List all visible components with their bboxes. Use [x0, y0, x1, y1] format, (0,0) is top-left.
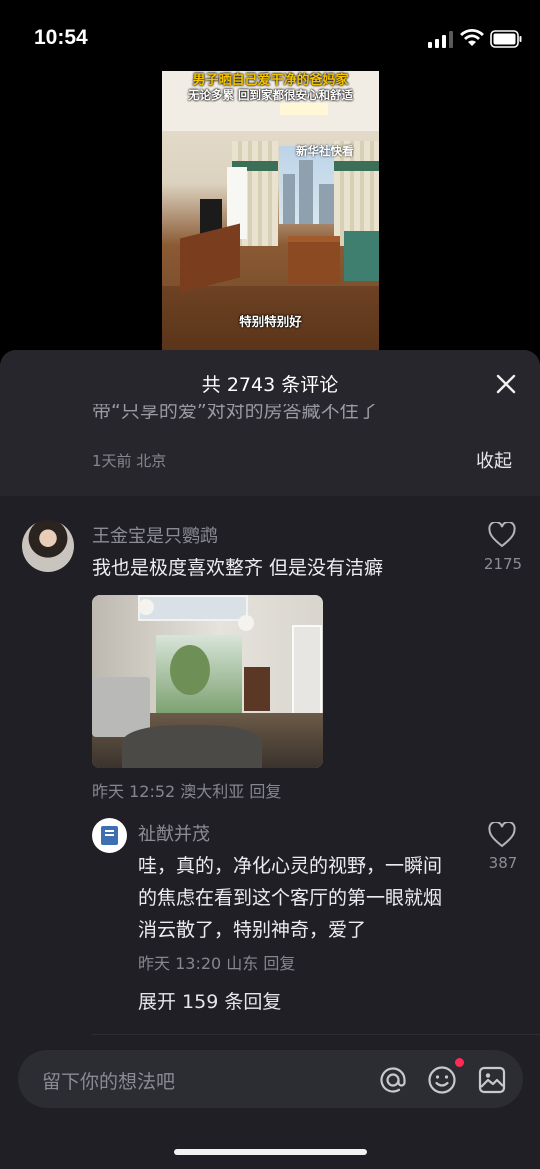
comment-input[interactable]: 留下你的想法吧: [18, 1050, 523, 1108]
image-icon[interactable]: [477, 1065, 507, 1095]
comment-meta[interactable]: 昨天 12:52 澳大利亚 回复: [92, 778, 281, 802]
collapse-replies-button[interactable]: 收起: [476, 447, 512, 473]
video-coffee-table: [288, 236, 340, 284]
video-subtitle: 无论多累 回到家都很安心和舒适: [187, 88, 353, 102]
home-indicator: [174, 1149, 367, 1155]
video-ceiling-light: [280, 103, 328, 115]
comment-image[interactable]: [92, 595, 323, 768]
emoji-icon[interactable]: [427, 1065, 457, 1095]
status-bar: 10:54: [0, 0, 540, 80]
reply-text: 哇，真的，净化心灵的视野，一瞬间的焦虑在看到这个客厅的第一眼就烟消云散了，特别神…: [138, 855, 443, 941]
comments-count-title: 共 2743 条评论: [201, 374, 339, 396]
status-time: 10:54: [34, 26, 88, 49]
previous-comment: 带“只享的爱”对对的房答藏不住了 1天前 北京 收起: [0, 404, 540, 496]
avatar[interactable]: [92, 818, 127, 853]
notification-dot: [455, 1058, 464, 1067]
video-curtain-band: [334, 161, 379, 171]
book-icon: [101, 826, 118, 845]
comment-author[interactable]: 王金宝是只鹦鹉: [92, 522, 218, 548]
video-tv-cabinet: [180, 223, 240, 293]
heart-icon[interactable]: [488, 822, 516, 848]
video-preview[interactable]: 男子晒自己爱干净的爸妈家 无论多累 回到家都很安心和舒适 新华社快看 特别特别好: [162, 71, 379, 353]
previous-comment-meta: 1天前 北京: [92, 452, 167, 470]
comment-text: 我也是极度喜欢整齐 但是没有洁癖: [92, 557, 384, 579]
at-icon[interactable]: [378, 1065, 408, 1095]
like-count: 2175: [483, 555, 523, 573]
reply-author[interactable]: 祉猷并茂: [138, 820, 210, 846]
video-title: 男子晒自己爱干净的爸妈家: [192, 73, 349, 88]
avatar[interactable]: [22, 520, 74, 572]
cellular-signal-icon: [428, 31, 453, 48]
expand-replies-button[interactable]: 展开 159 条回复: [138, 987, 281, 1014]
video-watermark: 新华社快看: [296, 144, 354, 158]
close-icon[interactable]: [492, 370, 520, 398]
previous-comment-text: 带“只享的爱”对对的房答藏不住了: [92, 404, 378, 422]
video-sofa: [344, 231, 379, 281]
battery-icon: [490, 30, 522, 48]
divider: [92, 1034, 540, 1035]
wifi-icon: [460, 29, 484, 46]
comment-input-placeholder[interactable]: 留下你的想法吧: [42, 1067, 175, 1094]
reply-meta[interactable]: 昨天 13:20 山东 回复: [138, 950, 295, 974]
heart-icon[interactable]: [488, 522, 516, 548]
video-caption: 特别特别好: [239, 314, 302, 329]
comments-sheet: 共 2743 条评论 带“只享的爱”对对的房答藏不住了 1天前 北京 收起 王金…: [0, 350, 540, 1169]
like-count: 387: [488, 854, 518, 872]
